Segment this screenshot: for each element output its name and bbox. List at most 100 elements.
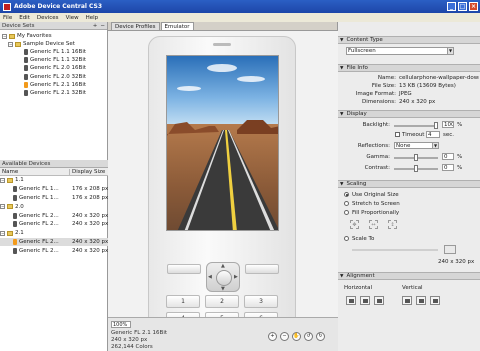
align-middle-icon[interactable]: [416, 296, 426, 305]
device-size: 240 x 320 px: [72, 238, 109, 245]
device-row[interactable]: Generic FL 1... 176 x 208 px: [0, 185, 108, 194]
menu-view[interactable]: View: [66, 15, 79, 21]
fill-width-icon[interactable]: ↔: [369, 220, 378, 229]
slider-thumb[interactable]: [414, 165, 418, 172]
slider-thumb[interactable]: [414, 154, 418, 161]
menu-devices[interactable]: Devices: [37, 15, 59, 21]
collapse-icon[interactable]: −: [8, 41, 13, 47]
rotate-right-icon[interactable]: ↻: [316, 332, 325, 341]
group-row[interactable]: − 2.0: [0, 202, 108, 211]
tree-item-device[interactable]: Generic FL 2.0 16Bit: [2, 64, 105, 72]
tree-item-sample-device-set[interactable]: − Sample Device Set: [2, 40, 105, 48]
menu-edit[interactable]: Edit: [19, 15, 30, 21]
content-type-dropdown[interactable]: Fullscreen ▼: [346, 47, 454, 55]
select-button[interactable]: [216, 270, 232, 286]
tree-item-device[interactable]: Generic FL 1.1 32Bit: [2, 56, 105, 64]
left-arrow-icon[interactable]: ◀: [208, 274, 212, 280]
stretch-to-screen-radio[interactable]: [344, 201, 349, 206]
right-arrow-icon[interactable]: ▶: [234, 274, 238, 280]
fill-proportionally-radio[interactable]: [344, 210, 349, 215]
device-name-status: Generic FL 2.1 16Bit: [111, 330, 168, 336]
phone-icon: [13, 194, 17, 201]
device-row-selected[interactable]: Generic FL 2... 240 x 320 px: [0, 237, 109, 247]
device-row[interactable]: Generic FL 2... 240 x 320 px: [0, 246, 108, 255]
maximize-button[interactable]: □: [458, 2, 467, 11]
tree-item-my-favorites[interactable]: − My Favorites: [2, 32, 105, 40]
tree-item-device[interactable]: Generic FL 2.1 16Bit: [2, 81, 105, 89]
key-1[interactable]: 1: [166, 295, 200, 308]
backlight-slider[interactable]: [394, 122, 438, 129]
tree-item-label: Sample Device Set: [23, 41, 75, 48]
right-soft-key[interactable]: [245, 264, 279, 274]
rotate-left-icon[interactable]: ↺: [304, 332, 313, 341]
collapse-icon[interactable]: −: [0, 177, 5, 183]
gamma-input[interactable]: 0: [442, 153, 454, 160]
dpad[interactable]: ▲ ▼ ◀ ▶: [206, 262, 240, 292]
tree-item-device[interactable]: Generic FL 2.0 32Bit: [2, 72, 105, 80]
fill-crop-icon[interactable]: ✥: [350, 220, 359, 229]
hand-tool-icon[interactable]: ✋: [292, 332, 301, 341]
column-display-size[interactable]: Display Size: [70, 169, 105, 175]
add-set-button[interactable]: +: [93, 23, 98, 29]
align-center-icon[interactable]: [360, 296, 370, 305]
contrast-slider[interactable]: [394, 165, 438, 172]
reflections-dropdown[interactable]: None ▼: [394, 142, 439, 149]
collapse-icon[interactable]: −: [0, 230, 5, 236]
backlight-input[interactable]: 100: [442, 121, 454, 128]
zoom-level[interactable]: 100%: [111, 321, 131, 328]
alignment-header[interactable]: ▼ Alignment: [338, 272, 480, 280]
remove-set-button[interactable]: −: [100, 23, 105, 29]
display-section: ▼ Display Backlight: 100 % Timeout 4 sec.…: [338, 110, 480, 172]
close-button[interactable]: ×: [469, 2, 478, 11]
zoom-in-icon[interactable]: +: [268, 332, 277, 341]
tree-item-label: Generic FL 1.1 32Bit: [30, 57, 87, 64]
group-row[interactable]: − 1.1: [0, 176, 108, 185]
title-bar: Adobe Device Central CS3 _ □ ×: [0, 0, 480, 13]
align-bottom-icon[interactable]: [430, 296, 440, 305]
menu-help[interactable]: Help: [86, 15, 99, 21]
group-row[interactable]: − 2.1: [0, 229, 108, 238]
tab-emulator[interactable]: Emulator: [160, 22, 194, 30]
content-type-header[interactable]: ▼ Content Type: [338, 36, 480, 44]
column-name[interactable]: Name: [0, 168, 70, 175]
scale-to-radio[interactable]: [344, 236, 349, 241]
minimize-button[interactable]: _: [447, 2, 456, 11]
phone-icon: [24, 57, 28, 64]
phone-icon: [13, 212, 17, 219]
timeout-unit: sec.: [443, 132, 455, 138]
align-top-icon[interactable]: [402, 296, 412, 305]
collapse-icon[interactable]: −: [2, 33, 7, 39]
scale-to-slider[interactable]: [352, 249, 438, 251]
slider-thumb[interactable]: [434, 122, 438, 129]
align-right-icon[interactable]: [374, 296, 384, 305]
device-row[interactable]: Generic FL 2... 240 x 320 px: [0, 211, 108, 220]
timeout-checkbox[interactable]: [395, 132, 400, 137]
device-row[interactable]: Generic FL 1... 176 x 208 px: [0, 194, 108, 203]
collapse-triangle-icon: ▼: [340, 111, 344, 117]
tab-device-profiles[interactable]: Device Profiles: [111, 22, 160, 30]
zoom-out-icon[interactable]: −: [280, 332, 289, 341]
group-label: 1.1: [15, 177, 24, 184]
use-original-size-radio[interactable]: [344, 192, 349, 197]
tree-item-device[interactable]: Generic FL 1.1 16Bit: [2, 48, 105, 56]
file-info-header[interactable]: ▼ File Info: [338, 64, 480, 72]
contrast-input[interactable]: 0: [442, 164, 454, 171]
up-arrow-icon[interactable]: ▲: [221, 263, 225, 269]
phone-screen[interactable]: [166, 55, 279, 231]
group-label: 2.1: [15, 230, 24, 237]
key-3[interactable]: 3: [244, 295, 278, 308]
key-2[interactable]: 2: [205, 295, 239, 308]
collapse-icon[interactable]: −: [0, 204, 5, 210]
fill-height-icon[interactable]: ↕: [388, 220, 397, 229]
device-row[interactable]: Generic FL 2... 240 x 320 px: [0, 220, 108, 229]
timeout-input[interactable]: 4: [426, 131, 440, 138]
menu-file[interactable]: File: [3, 15, 12, 21]
align-left-icon[interactable]: [346, 296, 356, 305]
tree-item-device[interactable]: Generic FL 2.1 32Bit: [2, 89, 105, 97]
gamma-slider[interactable]: [394, 154, 438, 161]
contrast-label: Contrast:: [364, 165, 390, 171]
scaling-header[interactable]: ▼ Scaling: [338, 180, 480, 188]
left-soft-key[interactable]: [167, 264, 201, 274]
display-header[interactable]: ▼ Display: [338, 110, 480, 118]
down-arrow-icon[interactable]: ▼: [221, 286, 225, 292]
